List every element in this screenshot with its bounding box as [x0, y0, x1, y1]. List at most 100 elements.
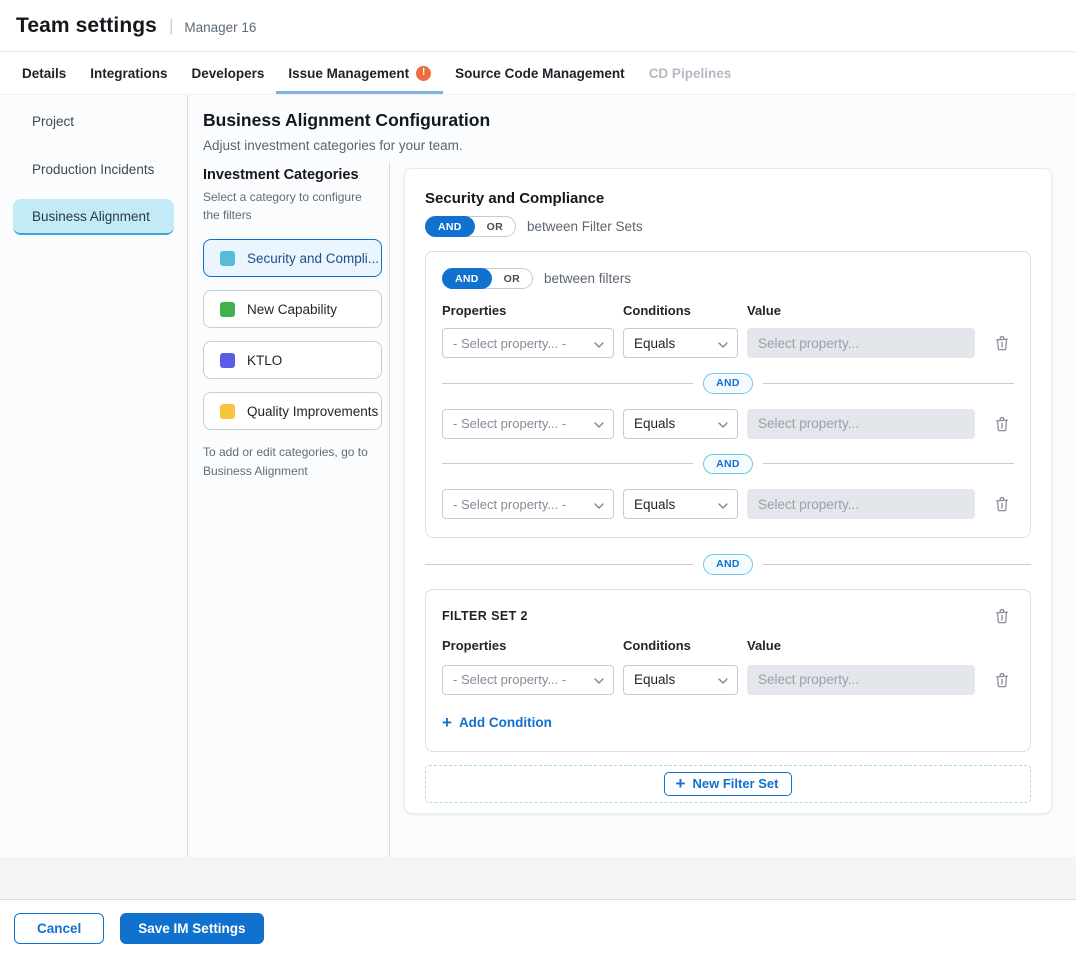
- and-connector-pill: AND: [703, 454, 753, 475]
- filter-sets-operator-row: AND OR between Filter Sets: [425, 216, 1031, 237]
- trash-icon: [995, 339, 1009, 354]
- and-connector: AND: [442, 373, 1014, 394]
- settings-sidebar: Project Production Incidents Business Al…: [0, 95, 188, 857]
- save-im-settings-button[interactable]: Save IM Settings: [120, 913, 263, 944]
- title-divider: |: [169, 16, 173, 36]
- chevron-down-icon: [718, 672, 728, 687]
- condition-select[interactable]: Equals: [623, 409, 738, 439]
- between-sets-and-connector: AND: [425, 554, 1031, 575]
- condition-select[interactable]: Equals: [623, 328, 738, 358]
- delete-filter-button[interactable]: [990, 333, 1014, 353]
- category-button-security-and-compliance[interactable]: Security and Compli...: [203, 239, 382, 277]
- tab-integrations[interactable]: Integrations: [78, 52, 179, 94]
- delete-filter-button[interactable]: [990, 670, 1014, 690]
- filter-column-headers: Properties Conditions Value: [442, 638, 1014, 653]
- and-toggle-option[interactable]: AND: [425, 216, 475, 237]
- footer-actions: Cancel Save IM Settings: [0, 899, 1076, 956]
- trash-icon: [995, 676, 1009, 691]
- trash-icon: [995, 500, 1009, 515]
- page-header: Team settings | Manager 16: [0, 0, 1076, 52]
- filter-row: - Select property... - Equals: [442, 665, 1014, 695]
- filter-column-headers: Properties Conditions Value: [442, 303, 1014, 318]
- and-or-toggle: AND OR: [425, 216, 516, 237]
- value-input[interactable]: [747, 665, 975, 695]
- value-column-header: Value: [747, 303, 975, 318]
- conditions-column-header: Conditions: [623, 303, 738, 318]
- filter-set-1-card: AND OR between filters Properties Condit…: [425, 251, 1031, 538]
- add-condition-button[interactable]: + Add Condition: [442, 715, 552, 730]
- chevron-down-icon: [594, 416, 604, 431]
- tab-issue-management[interactable]: Issue Management !: [276, 52, 443, 94]
- filters-operator-row: AND OR between filters: [442, 268, 1014, 289]
- condition-select[interactable]: Equals: [623, 489, 738, 519]
- toggle-caption: between Filter Sets: [527, 219, 643, 234]
- property-select[interactable]: - Select property... -: [442, 409, 614, 439]
- value-input[interactable]: [747, 489, 975, 519]
- content-region: Project Production Incidents Business Al…: [0, 95, 1076, 857]
- new-filter-set-button[interactable]: + New Filter Set: [664, 772, 793, 796]
- value-input[interactable]: [747, 409, 975, 439]
- category-button-quality-improvements[interactable]: Quality Improvements: [203, 392, 382, 430]
- filter-set-2-title: FILTER SET 2: [442, 606, 528, 623]
- settings-tabbar: Details Integrations Developers Issue Ma…: [0, 52, 1076, 95]
- or-toggle-option[interactable]: OR: [475, 221, 515, 233]
- tab-developers[interactable]: Developers: [180, 52, 277, 94]
- tab-cd-pipelines: CD Pipelines: [637, 52, 744, 94]
- section-subtitle: Adjust investment categories for your te…: [203, 138, 1060, 153]
- section-header: Business Alignment Configuration Adjust …: [188, 95, 1076, 162]
- delete-filter-button[interactable]: [990, 494, 1014, 514]
- bottom-spacer-band: [0, 857, 1076, 899]
- filter-set-2-card: FILTER SET 2 Properties Conditions Value: [425, 589, 1031, 752]
- tab-details[interactable]: Details: [10, 52, 78, 94]
- and-connector-pill: AND: [703, 554, 753, 575]
- or-toggle-option[interactable]: OR: [492, 273, 532, 285]
- team-name-label: Manager 16: [184, 17, 256, 35]
- chevron-down-icon: [594, 336, 604, 351]
- and-connector: AND: [442, 454, 1014, 475]
- filters-panel-wrap: Security and Compliance AND OR between F…: [390, 162, 1076, 857]
- category-color-swatch: [220, 353, 235, 368]
- filter-row: - Select property... - Equals: [442, 409, 1014, 439]
- and-toggle-option[interactable]: AND: [442, 268, 492, 289]
- conditions-column-header: Conditions: [623, 638, 738, 653]
- sidebar-item-project[interactable]: Project: [13, 103, 174, 139]
- tab-source-code-management[interactable]: Source Code Management: [443, 52, 637, 94]
- property-select[interactable]: - Select property... -: [442, 328, 614, 358]
- chevron-down-icon: [594, 497, 604, 512]
- category-button-ktlo[interactable]: KTLO: [203, 341, 382, 379]
- sidebar-item-business-alignment[interactable]: Business Alignment: [13, 199, 174, 235]
- chevron-down-icon: [718, 336, 728, 351]
- delete-filter-set-button[interactable]: [990, 606, 1014, 626]
- chevron-down-icon: [594, 672, 604, 687]
- category-label: Quality Improvements: [247, 404, 378, 419]
- and-or-toggle: AND OR: [442, 268, 533, 289]
- category-color-swatch: [220, 302, 235, 317]
- selected-category-title: Security and Compliance: [425, 190, 1031, 207]
- new-filter-set-dropzone: + New Filter Set: [425, 765, 1031, 803]
- investment-categories-column: Investment Categories Select a category …: [188, 162, 390, 857]
- filter-row: - Select property... - Equals: [442, 489, 1014, 519]
- sidebar-item-production-incidents[interactable]: Production Incidents: [13, 151, 174, 187]
- category-label: KTLO: [247, 353, 282, 368]
- team-settings-page: Team settings | Manager 16 Details Integ…: [0, 0, 1076, 956]
- page-title: Team settings: [16, 14, 157, 38]
- delete-filter-button[interactable]: [990, 414, 1014, 434]
- and-connector-pill: AND: [703, 373, 753, 394]
- value-input[interactable]: [747, 328, 975, 358]
- trash-icon: [995, 420, 1009, 435]
- value-column-header: Value: [747, 638, 975, 653]
- categories-hint: Select a category to configure the filte…: [203, 188, 363, 224]
- chevron-down-icon: [718, 416, 728, 431]
- business-alignment-section: Business Alignment Configuration Adjust …: [188, 95, 1076, 857]
- category-button-new-capability[interactable]: New Capability: [203, 290, 382, 328]
- section-title: Business Alignment Configuration: [203, 110, 1060, 131]
- plus-icon: +: [442, 715, 452, 730]
- category-label: Security and Compli...: [247, 251, 379, 266]
- configuration-region: Investment Categories Select a category …: [188, 162, 1076, 857]
- property-select[interactable]: - Select property... -: [442, 665, 614, 695]
- cancel-button[interactable]: Cancel: [14, 913, 104, 944]
- trash-icon: [995, 612, 1009, 627]
- filters-panel: Security and Compliance AND OR between F…: [404, 168, 1052, 814]
- condition-select[interactable]: Equals: [623, 665, 738, 695]
- property-select[interactable]: - Select property... -: [442, 489, 614, 519]
